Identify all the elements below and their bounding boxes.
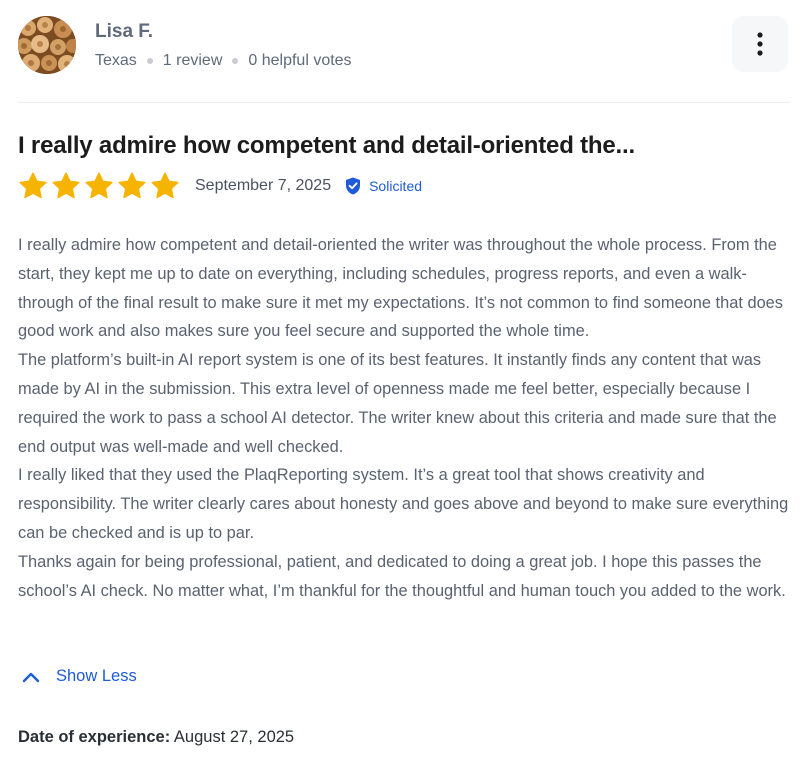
reviewer-header: Lisa F. Texas 1 review 0 helpful votes [18, 16, 790, 76]
solicited-label: Solicited [369, 178, 423, 194]
review-paragraph: I really liked that they used the PlaqRe… [18, 466, 789, 542]
show-less-button[interactable]: Show Less [22, 667, 137, 686]
reviewer-location: Texas [95, 52, 137, 69]
rating-row: September 7, 2025 Solicited [18, 171, 422, 201]
review-paragraph: I really admire how competent and detail… [18, 236, 783, 341]
show-less-label: Show Less [56, 667, 137, 685]
experience-label: Date of experience: [18, 728, 171, 746]
reviewer-name[interactable]: Lisa F. [95, 21, 153, 43]
star-icon [52, 172, 80, 199]
firewood-avatar-icon [18, 16, 76, 74]
star-icon [118, 172, 146, 199]
star-icon [19, 172, 47, 199]
review-date: September 7, 2025 [195, 177, 332, 194]
chevron-up-icon [22, 672, 40, 682]
review-body: I really admire how competent and detail… [18, 231, 793, 605]
review-paragraph: Thanks again for being professional, pat… [18, 552, 786, 600]
reviewer-review-count: 1 review [162, 52, 223, 69]
reviewer-helpful-votes: 0 helpful votes [248, 52, 352, 69]
avatar[interactable] [18, 16, 76, 74]
separator-dot [232, 58, 239, 64]
reviewer-meta: Texas 1 review 0 helpful votes [95, 52, 352, 70]
review-paragraph: The platform’s built-in AI report system… [18, 351, 777, 456]
header-divider [18, 102, 790, 103]
solicited-badge[interactable]: Solicited [345, 177, 422, 195]
date-of-experience: Date of experience: August 27, 2025 [18, 728, 294, 747]
separator-dot [146, 58, 153, 64]
star-icon [151, 172, 179, 199]
review-title: I really admire how competent and detail… [18, 132, 635, 159]
shield-check-icon [346, 177, 361, 195]
star-icon [85, 172, 113, 199]
experience-date: August 27, 2025 [173, 728, 295, 746]
more-options-button[interactable] [732, 16, 788, 72]
more-vertical-icon [757, 32, 763, 56]
star-rating [18, 171, 183, 201]
